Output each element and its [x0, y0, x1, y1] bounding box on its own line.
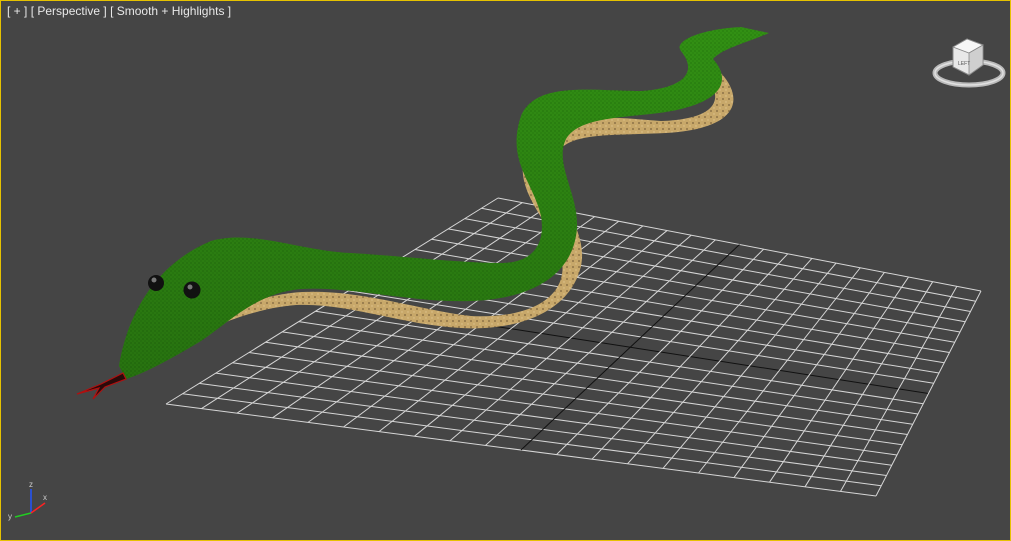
snake-tongue [76, 372, 127, 400]
grid-line [840, 286, 958, 492]
grid-line [733, 272, 885, 478]
viewport-menu-button[interactable]: [ + ] [7, 4, 27, 18]
grid-line [698, 267, 861, 474]
grid-line [769, 276, 909, 483]
axis-y-label: y [8, 512, 12, 521]
grid-line [627, 258, 813, 465]
viewcube-face-label: LEFT [958, 61, 970, 67]
viewport-shading-button[interactable]: [ Smooth + Highlights ] [110, 4, 231, 18]
grid-line [875, 290, 982, 497]
grid-line [378, 225, 644, 432]
viewcube-icon[interactable]: LEFT [931, 33, 1007, 93]
axis-tripod-icon: z y x [8, 480, 47, 521]
scene-canvas[interactable] [1, 1, 1011, 541]
viewport-label: [ + ] [ Perspective ] [ Smooth + Highlig… [7, 4, 231, 18]
axis-z-label: z [29, 480, 33, 489]
perspective-viewport[interactable]: [ + ] [ Perspective ] [ Smooth + Highlig… [0, 0, 1011, 541]
axis-x-label: x [43, 493, 47, 502]
viewport-view-button[interactable]: [ Perspective ] [31, 4, 107, 18]
grid-line [804, 281, 934, 488]
snake-eye-left [148, 275, 164, 291]
snake-eye-right [183, 281, 201, 299]
